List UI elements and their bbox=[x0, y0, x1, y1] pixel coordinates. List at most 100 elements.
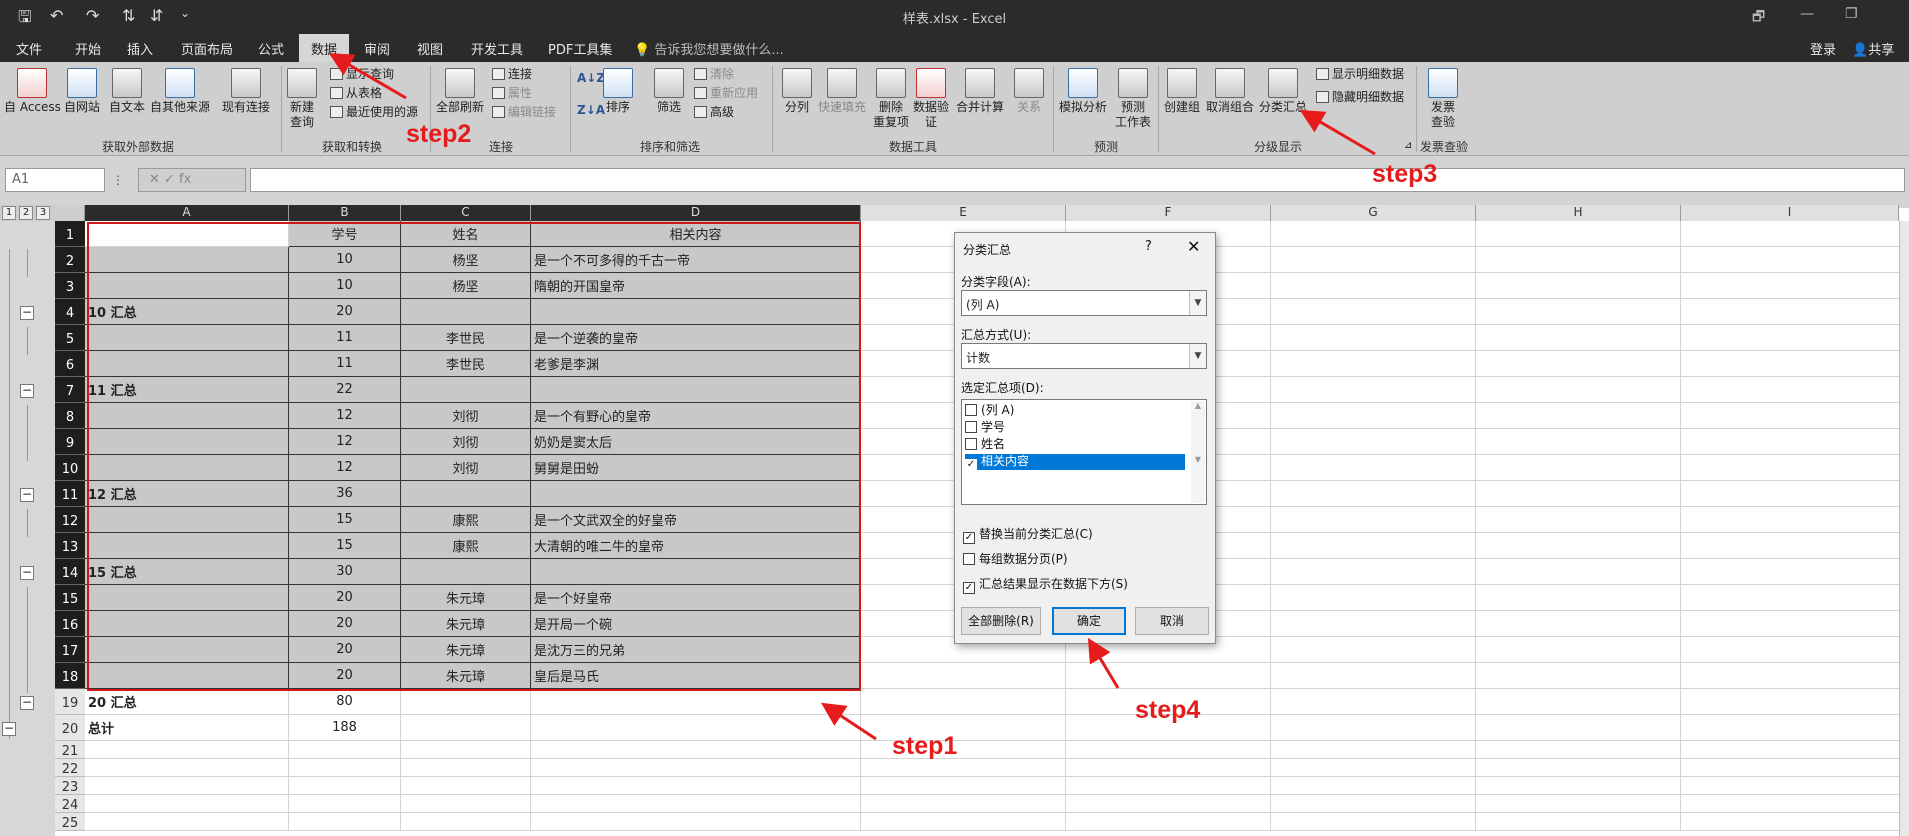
cell-d-13[interactable]: 大清朝的唯二牛的皇帝 bbox=[531, 533, 861, 559]
cell-h-23[interactable] bbox=[1476, 777, 1681, 795]
cell-a-13[interactable] bbox=[85, 533, 289, 559]
replace-current-option[interactable]: ✓ 替换当前分类汇总(C) bbox=[963, 525, 1093, 544]
column-header-a[interactable]: A bbox=[85, 205, 289, 221]
function-select[interactable]: 计数 ▼ bbox=[961, 343, 1207, 369]
properties-button[interactable]: 属性 bbox=[492, 85, 532, 101]
cell-b-18[interactable]: 20 bbox=[289, 663, 401, 689]
cell-i-9[interactable] bbox=[1681, 429, 1909, 455]
cell-a-3[interactable] bbox=[85, 273, 289, 299]
tab-data[interactable]: 数据 bbox=[299, 34, 350, 62]
cell-c-7[interactable] bbox=[401, 377, 531, 403]
cell-b-12[interactable]: 15 bbox=[289, 507, 401, 533]
advanced-filter-button[interactable]: 高级 bbox=[694, 104, 734, 120]
cell-g-16[interactable] bbox=[1271, 611, 1476, 637]
ok-button[interactable]: 确定 bbox=[1052, 607, 1126, 635]
what-if-button[interactable]: 模拟分析 bbox=[1059, 68, 1107, 115]
cell-g-18[interactable] bbox=[1271, 663, 1476, 689]
cell-h-1[interactable] bbox=[1476, 221, 1681, 247]
cell-g-1[interactable] bbox=[1271, 221, 1476, 247]
cell-a-4[interactable]: 10 汇总 bbox=[85, 299, 289, 325]
sort-az-button[interactable]: A↓Z bbox=[577, 70, 605, 86]
cell-i-21[interactable] bbox=[1681, 741, 1909, 759]
row-header[interactable]: 6 bbox=[55, 351, 85, 377]
relationships-button[interactable]: 关系 bbox=[1014, 68, 1044, 115]
from-table-button[interactable]: 从表格 bbox=[330, 85, 382, 101]
cell-e-19[interactable] bbox=[861, 689, 1066, 715]
cell-a-11[interactable]: 12 汇总 bbox=[85, 481, 289, 507]
cell-a-14[interactable]: 15 汇总 bbox=[85, 559, 289, 585]
cell-g-13[interactable] bbox=[1271, 533, 1476, 559]
cell-h-22[interactable] bbox=[1476, 759, 1681, 777]
checkbox[interactable]: ✓ bbox=[963, 532, 975, 544]
cell-a-1[interactable] bbox=[85, 221, 289, 247]
cell-g-9[interactable] bbox=[1271, 429, 1476, 455]
cell-g-11[interactable] bbox=[1271, 481, 1476, 507]
cell-g-22[interactable] bbox=[1271, 759, 1476, 777]
cell-c-20[interactable] bbox=[401, 715, 531, 741]
cell-g-3[interactable] bbox=[1271, 273, 1476, 299]
cell-a-16[interactable] bbox=[85, 611, 289, 637]
column-header-e[interactable]: E bbox=[861, 205, 1066, 221]
cell-h-25[interactable] bbox=[1476, 813, 1681, 831]
cell-i-2[interactable] bbox=[1681, 247, 1909, 273]
summary-below-option[interactable]: ✓ 汇总结果显示在数据下方(S) bbox=[963, 575, 1128, 594]
row-header[interactable]: 5 bbox=[55, 325, 85, 351]
cell-f-18[interactable] bbox=[1066, 663, 1271, 689]
cell-i-25[interactable] bbox=[1681, 813, 1909, 831]
cell-i-17[interactable] bbox=[1681, 637, 1909, 663]
column-header-g[interactable]: G bbox=[1271, 205, 1476, 221]
vertical-scrollbar[interactable] bbox=[1899, 221, 1909, 836]
cell-c-24[interactable] bbox=[401, 795, 531, 813]
cell-g-19[interactable] bbox=[1271, 689, 1476, 715]
tab-view[interactable]: 视图 bbox=[417, 39, 443, 58]
cell-d-6[interactable]: 老爹是李渊 bbox=[531, 351, 861, 377]
column-header-d[interactable]: D bbox=[531, 205, 861, 221]
cell-g-2[interactable] bbox=[1271, 247, 1476, 273]
cell-a-9[interactable] bbox=[85, 429, 289, 455]
row-header[interactable]: 13 bbox=[55, 533, 85, 559]
cell-f-24[interactable] bbox=[1066, 795, 1271, 813]
cell-b-21[interactable] bbox=[289, 741, 401, 759]
cell-f-25[interactable] bbox=[1066, 813, 1271, 831]
cell-d-22[interactable] bbox=[531, 759, 861, 777]
field-select[interactable]: (列 A) ▼ bbox=[961, 290, 1207, 316]
cell-c-6[interactable]: 李世民 bbox=[401, 351, 531, 377]
cell-h-7[interactable] bbox=[1476, 377, 1681, 403]
close-icon[interactable]: ✕ bbox=[1187, 237, 1200, 256]
formula-buttons[interactable]: ✕ ✓ fx bbox=[138, 168, 246, 192]
cell-c-23[interactable] bbox=[401, 777, 531, 795]
cell-h-5[interactable] bbox=[1476, 325, 1681, 351]
invoice-check-button[interactable]: 发票 查验 bbox=[1428, 68, 1458, 130]
cell-g-24[interactable] bbox=[1271, 795, 1476, 813]
row-header[interactable]: 25 bbox=[55, 813, 85, 831]
column-header-b[interactable]: B bbox=[289, 205, 401, 221]
outline-level-1[interactable]: 1 bbox=[2, 206, 16, 220]
sort-za-button[interactable]: Z↓A bbox=[577, 102, 605, 118]
cell-d-10[interactable]: 舅舅是田蚡 bbox=[531, 455, 861, 481]
cell-b-19[interactable]: 80 bbox=[289, 689, 401, 715]
edit-links-button[interactable]: 编辑链接 bbox=[492, 104, 556, 120]
cell-c-16[interactable]: 朱元璋 bbox=[401, 611, 531, 637]
cell-h-2[interactable] bbox=[1476, 247, 1681, 273]
cell-i-16[interactable] bbox=[1681, 611, 1909, 637]
checkbox[interactable]: ✓ bbox=[965, 459, 977, 471]
chevron-down-icon[interactable]: ▼ bbox=[1189, 344, 1206, 368]
chevron-up-icon[interactable]: ▲ bbox=[1195, 401, 1201, 410]
cell-b-22[interactable] bbox=[289, 759, 401, 777]
cell-i-5[interactable] bbox=[1681, 325, 1909, 351]
cell-g-14[interactable] bbox=[1271, 559, 1476, 585]
cell-e-22[interactable] bbox=[861, 759, 1066, 777]
row-header[interactable]: 18 bbox=[55, 663, 85, 689]
show-detail-button[interactable]: 显示明细数据 bbox=[1316, 66, 1404, 82]
row-header[interactable]: 12 bbox=[55, 507, 85, 533]
cell-b-3[interactable]: 10 bbox=[289, 273, 401, 299]
cell-i-14[interactable] bbox=[1681, 559, 1909, 585]
cell-d-19[interactable] bbox=[531, 689, 861, 715]
cell-b-16[interactable]: 20 bbox=[289, 611, 401, 637]
cell-a-6[interactable] bbox=[85, 351, 289, 377]
cell-d-24[interactable] bbox=[531, 795, 861, 813]
cell-b-6[interactable]: 11 bbox=[289, 351, 401, 377]
list-item[interactable]: 姓名 bbox=[965, 437, 1185, 453]
cell-i-18[interactable] bbox=[1681, 663, 1909, 689]
cell-a-21[interactable] bbox=[85, 741, 289, 759]
